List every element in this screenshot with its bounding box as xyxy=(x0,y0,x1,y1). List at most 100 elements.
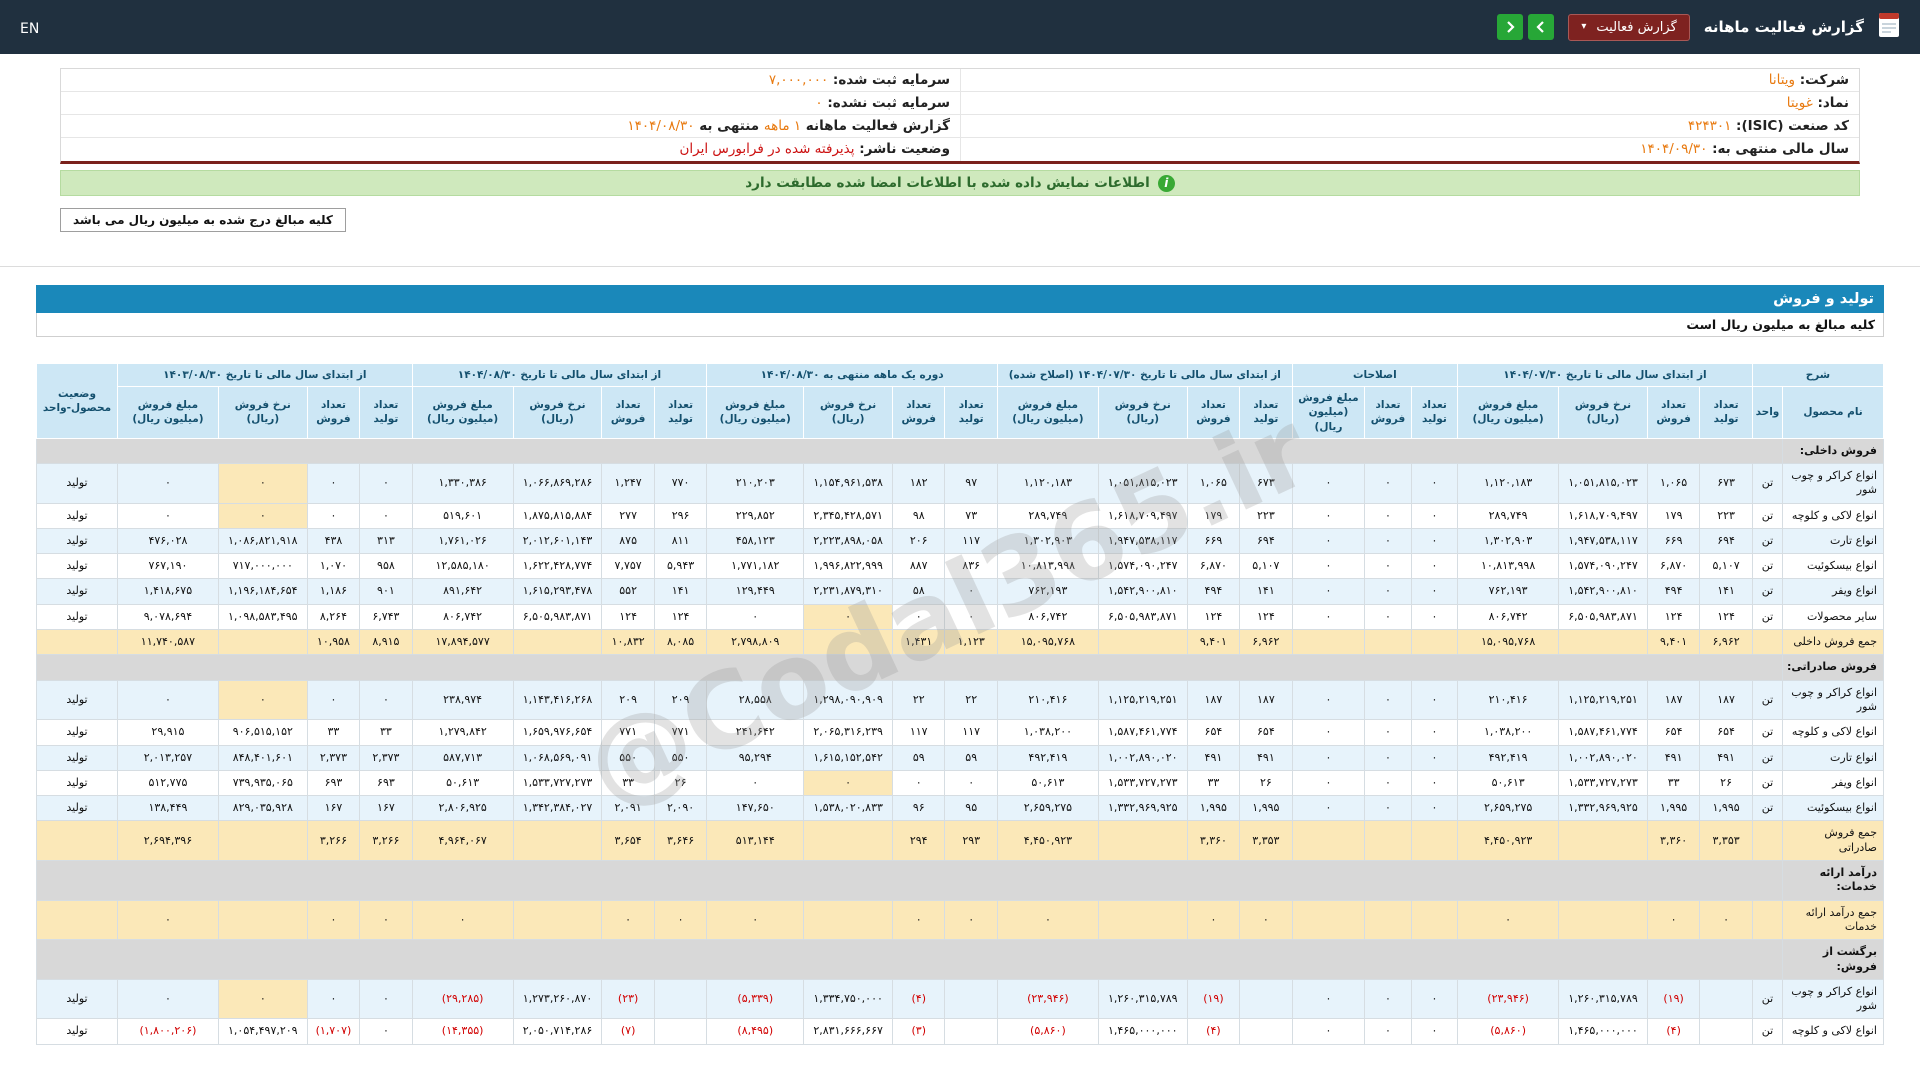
group-header: اصلاحات xyxy=(1291,362,1459,388)
value-cell: ۸۸۷ xyxy=(891,553,946,580)
value-cell: ۴,۴۵۰,۹۲۳ xyxy=(996,820,1099,862)
value-cell: ۴۹۴ xyxy=(1186,578,1241,605)
unit-cell: تن xyxy=(1751,502,1784,529)
value-cell: ۱۲۹,۴۴۹ xyxy=(706,578,805,605)
value-cell: ۲,۸۳۱,۶۶۶,۶۶۷ xyxy=(803,1018,893,1045)
value-cell xyxy=(1097,820,1188,862)
value-cell: ۴۹۲,۴۱۹ xyxy=(1457,744,1560,771)
value-cell xyxy=(512,820,603,862)
previous-report-button[interactable] xyxy=(1497,14,1524,40)
table-row: انواع لاکی و کلوچه تن ۶۵۴ ۶۵۴ ۱,۵۸۷,۴۶۱,۷۷۴ ۱… xyxy=(36,719,1884,746)
section-fill xyxy=(35,860,1784,901)
value-cell: ۶۶۹ xyxy=(1186,527,1241,555)
group-header: از ابتدای سال مالی تا تاریخ ۱۴۰۴/۰۸/۳۰ xyxy=(411,362,708,388)
value-cell: ۰ xyxy=(891,769,946,797)
value-cell xyxy=(1364,820,1412,862)
value-cell: ۰ xyxy=(1291,769,1366,797)
info-label: وضعیت ناشر: xyxy=(854,141,950,157)
value-cell: ۱۲۴ xyxy=(1699,603,1753,631)
info-row: شرکت: ویتانا xyxy=(961,69,1859,92)
value-cell: ۱,۰۶۵ xyxy=(1646,462,1701,504)
value-cell: ۲,۰۱۲,۶۰۱,۱۴۳ xyxy=(512,527,603,555)
value-cell: ۳,۳۵۳ xyxy=(1239,820,1293,862)
unit-cell: تن xyxy=(1751,769,1784,797)
value-cell: ۱,۴۶۵,۰۰۰,۰۰۰ xyxy=(1558,1018,1648,1045)
topbar-left-group: EN xyxy=(20,18,39,37)
value-cell: ۱۱۷ xyxy=(944,527,998,555)
group-header: از ابتدای سال مالی تا تاریخ ۱۴۰۴/۰۷/۳۰ xyxy=(1457,362,1753,388)
value-cell: ۰ xyxy=(1291,603,1366,631)
product-name-cell: انواع کراکر و چوب شور xyxy=(1782,978,1884,1020)
value-cell: ۱,۱۹۶,۱۸۴,۶۵۴ xyxy=(217,578,308,605)
info-label: سرمایه ثبت نشده: xyxy=(822,95,950,111)
value-cell: ۸,۰۸۵ xyxy=(653,629,708,656)
product-name-cell: جمع فروش داخلی xyxy=(1782,629,1884,656)
value-cell: ۱,۰۷۰ xyxy=(306,553,361,580)
value-cell: ۱۶۷ xyxy=(306,795,361,822)
info-row: سرمایه ثبت شده: ۷,۰۰۰,۰۰۰ xyxy=(61,69,960,92)
value-cell: ۶۷۳ xyxy=(1239,462,1293,504)
value-cell: ۶۷۳ xyxy=(1699,462,1753,504)
info-label: سال مالی منتهی به: xyxy=(1707,141,1849,157)
value-cell: ۳۳ xyxy=(1186,769,1241,797)
value-cell: ۱,۳۰۲,۹۰۳ xyxy=(996,527,1099,555)
value-cell: ۲۸۹,۷۴۹ xyxy=(996,502,1099,529)
value-cell: ۱۷۹ xyxy=(1186,502,1241,529)
value-cell: ۰ xyxy=(359,502,413,529)
value-cell xyxy=(1699,1018,1753,1045)
value-cell: ۰ xyxy=(1291,553,1366,580)
value-cell xyxy=(1410,820,1459,862)
value-cell: ۲۹۴ xyxy=(891,820,946,862)
status-cell xyxy=(36,899,118,941)
value-cell: ۱۲۴ xyxy=(1646,603,1701,631)
status-cell: تولید xyxy=(36,795,118,822)
value-cell: ۲۳۸,۹۷۴ xyxy=(411,679,514,721)
sub-column-header: مبلغ فروش (میلیون ریال) xyxy=(1457,386,1560,439)
value-cell: ۴۹۱ xyxy=(1239,744,1293,771)
value-cell: ۱,۱۲۵,۲۱۹,۲۵۱ xyxy=(1097,679,1188,721)
report-type-dropdown[interactable]: گزارش فعالیت ▾ xyxy=(1568,13,1690,41)
value-cell: ۷,۷۵۷ xyxy=(601,553,655,580)
value-cell: ۶,۷۴۳ xyxy=(359,603,413,631)
table-row: برگشت از فروش: xyxy=(35,939,1884,980)
value-cell: ۰ xyxy=(1364,795,1412,822)
status-cell: تولید xyxy=(36,978,118,1020)
value-cell: ۱,۷۷۱,۱۸۲ xyxy=(706,553,805,580)
value-cell: ۱,۰۵۴,۴۹۷,۲۰۹ xyxy=(217,1018,308,1045)
info-value: ۴۲۴۳۰۱ xyxy=(1687,118,1732,134)
company-info-left-column: سرمایه ثبت شده: ۷,۰۰۰,۰۰۰ سرمایه ثبت نشده… xyxy=(61,69,960,161)
value-cell: ۱,۰۵۱,۸۱۵,۰۲۳ xyxy=(1097,462,1188,504)
value-cell: ۱۸۷ xyxy=(1186,679,1241,721)
sub-column-header: مبلغ فروش (میلیون ریال) xyxy=(1291,386,1366,439)
sub-column-header: تعداد تولید xyxy=(944,386,998,439)
value-cell xyxy=(1699,978,1753,1020)
value-cell: ۱۲۴ xyxy=(601,603,655,631)
value-cell: ۲۸,۵۵۸ xyxy=(706,679,805,721)
group-header: دوره یک ماهه منتهی به ۱۴۰۴/۰۸/۳۰ xyxy=(706,362,998,388)
value-cell: ۰ xyxy=(359,978,413,1020)
value-cell: ۱,۳۳۲,۹۶۹,۹۲۵ xyxy=(1097,795,1188,822)
next-report-button[interactable] xyxy=(1528,14,1555,40)
value-cell: ۱,۲۷۳,۲۶۰,۸۷۰ xyxy=(512,978,603,1020)
table-row: جمع درآمد ارائه خدمات ۰ ۰ ۰ ۰ ۰ ۰ ۰ ۰ ۰ ۰ ۰ ۰ ۰ ۰ ۰ xyxy=(36,899,1884,941)
value-cell: ۱۱۷ xyxy=(891,719,946,746)
value-cell: ۰ xyxy=(1364,603,1412,631)
table-row: انواع ویفر تن ۲۶ ۳۳ ۱,۵۳۳,۷۲۷,۲۷۳ ۵۰,۶۱۳ ۰ ۰ ۰ ۲۶… xyxy=(36,769,1884,797)
value-cell: ۲,۰۹۱ xyxy=(601,795,655,822)
product-name-cell: انواع تارت xyxy=(1782,527,1884,555)
value-cell: ۱,۸۷۵,۸۱۵,۸۸۴ xyxy=(512,502,603,529)
value-cell: ۲۶ xyxy=(1699,769,1753,797)
value-cell: ۰ xyxy=(1410,578,1459,605)
value-cell: ۱۰,۸۳۲ xyxy=(601,629,655,656)
language-toggle[interactable]: EN xyxy=(20,21,39,37)
value-cell: ۲۱۰,۴۱۶ xyxy=(996,679,1099,721)
value-cell: ۳,۶۵۴ xyxy=(601,820,655,862)
value-cell: ۱۸۷ xyxy=(1646,679,1701,721)
value-cell xyxy=(217,629,308,656)
product-name-cell: انواع لاکی و کلوچه xyxy=(1782,719,1884,746)
value-cell: ۲۱۰,۲۰۳ xyxy=(706,462,805,504)
value-cell: ۸۰۶,۷۴۲ xyxy=(996,603,1099,631)
info-row: نماد: غویتا xyxy=(961,92,1859,115)
value-cell: ۹۶ xyxy=(891,795,946,822)
value-cell: ۸۳۶ xyxy=(944,553,998,580)
